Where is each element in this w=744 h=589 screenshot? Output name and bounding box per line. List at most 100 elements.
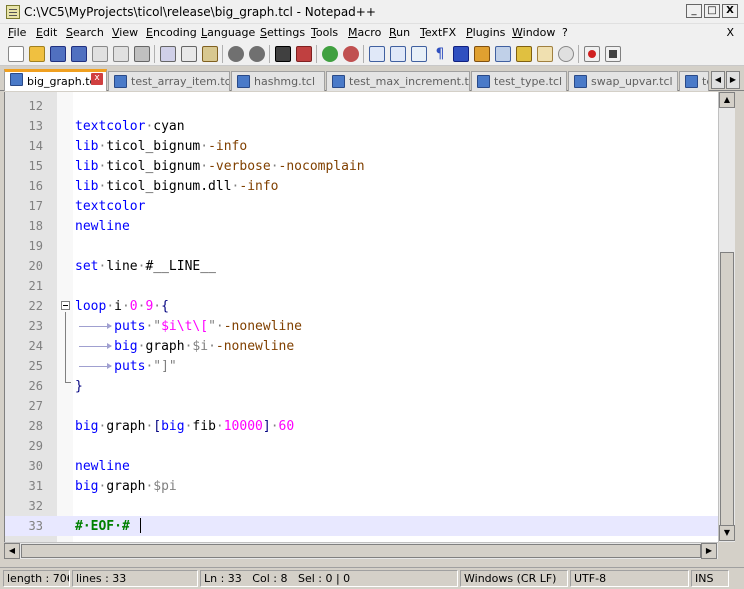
menu-settings[interactable]: Settings [260,26,305,39]
function-list-icon[interactable] [516,46,532,62]
close-document-button[interactable]: X [726,26,734,39]
current-line: 33 #·EOF·# [5,516,718,536]
code-line: 25 puts·"]" [5,356,718,376]
menu-window[interactable]: Window [512,26,555,39]
scroll-right-icon[interactable]: ▶ [701,543,717,559]
menu-tools[interactable]: Tools [311,26,338,39]
paste-icon[interactable] [202,46,218,62]
tab-test-type[interactable]: test_type.tcl [471,71,567,91]
tab-test-max-increment[interactable]: test_max_increment.tcl [326,71,470,91]
horizontal-scrollbar[interactable]: ◀ ▶ [4,542,718,559]
status-col: Col : 8 [252,572,288,585]
find-icon[interactable] [275,46,291,62]
menu-search[interactable]: Search [66,26,104,39]
scroll-thumb[interactable] [720,252,734,528]
code-line: 16 lib·ticol_bignum.dll·-info [5,176,718,196]
monitoring-icon[interactable] [558,46,574,62]
code-text: lib·ticol_bignum·-verbose·-nocomplain [75,159,365,174]
record-macro-icon[interactable] [584,46,600,62]
menu-view[interactable]: View [112,26,138,39]
word-wrap-icon[interactable] [411,46,427,62]
tab-test-array-item[interactable]: test_array_item.tcl [108,71,230,91]
status-ln: Ln : 33 [204,572,242,585]
scroll-left-icon[interactable]: ◀ [4,543,20,559]
replace-icon[interactable] [296,46,312,62]
menu-textfx[interactable]: TextFX [420,26,456,39]
status-position: Ln : 33 Col : 8 Sel : 0 | 0 [200,570,458,587]
tab-big-graph[interactable]: big_graph.tcl x [4,69,107,91]
title-bar: C:\VC5\MyProjects\ticol\release\big_grap… [0,0,744,24]
copy-icon[interactable] [181,46,197,62]
close-icon[interactable] [92,46,108,62]
udl-icon[interactable] [474,46,490,62]
fold-end-marker [65,382,71,383]
scroll-down-icon[interactable]: ▼ [719,525,735,541]
close-window-button[interactable]: X [722,4,738,18]
line-number: 27 [28,399,43,413]
zoom-out-icon[interactable] [343,46,359,62]
doc-map-icon[interactable] [495,46,511,62]
text-caret [140,518,141,533]
line-number: 23 [28,319,43,333]
status-encoding[interactable]: UTF-8 [570,570,689,587]
tab-overflow[interactable]: te [679,71,709,91]
tab-bar: big_graph.tcl x test_array_item.tcl hash… [0,68,744,91]
file-icon [10,73,23,86]
zoom-in-icon[interactable] [322,46,338,62]
line-number: 24 [28,339,43,353]
tab-label: swap_upvar.tcl [591,75,673,88]
vertical-scrollbar[interactable]: ▲ ▼ [718,92,735,542]
editor[interactable]: 12 13 textcolor·cyan 14 lib·ticol_bignum… [4,92,718,542]
new-file-icon[interactable] [8,46,24,62]
save-all-icon[interactable] [71,46,87,62]
menu-macro[interactable]: Macro [348,26,381,39]
tab-hashmg[interactable]: hashmg.tcl [231,71,325,91]
menu-run[interactable]: Run [389,26,410,39]
menu-plugins[interactable]: Plugins [466,26,505,39]
status-eol[interactable]: Windows (CR LF) [460,570,568,587]
menu-file[interactable]: File [8,26,26,39]
minimize-button[interactable]: _ [686,4,702,18]
toolbar: ¶ [0,42,744,66]
tab-close-icon[interactable]: x [91,73,103,85]
redo-icon[interactable] [249,46,265,62]
fold-toggle-icon[interactable] [61,301,70,310]
stop-record-icon[interactable] [605,46,621,62]
undo-icon[interactable] [228,46,244,62]
cut-icon[interactable] [160,46,176,62]
code-text: lib·ticol_bignum·-info [75,139,248,154]
scroll-thumb[interactable] [21,544,701,558]
menu-encoding[interactable]: Encoding [146,26,197,39]
menu-language[interactable]: Language [201,26,255,39]
code-line: 23 puts·"$i\t\["·-nonewline [5,316,718,336]
file-icon [237,75,250,88]
maximize-button[interactable]: □ [704,4,720,18]
code-line: 15 lib·ticol_bignum·-verbose·-nocomplain [5,156,718,176]
open-icon[interactable] [29,46,45,62]
code-text: set·line·#__LINE__ [75,259,216,274]
indent-guide-icon[interactable] [453,46,469,62]
folder-workspace-icon[interactable] [537,46,553,62]
menu-help[interactable]: ? [562,26,568,39]
code-line: 22 loop·i·0·9·{ [5,296,718,316]
line-number: 19 [28,239,43,253]
status-insert-mode[interactable]: INS [691,570,729,587]
code-line: 18 newline [5,216,718,236]
line-number: 12 [28,99,43,113]
tab-label: test_array_item.tcl [131,75,230,88]
sync-vertical-icon[interactable] [369,46,385,62]
tab-label: big_graph.tcl [27,75,99,88]
app-icon[interactable] [6,5,20,19]
menu-edit[interactable]: Edit [36,26,57,39]
tab-swap-upvar[interactable]: swap_upvar.tcl [568,71,678,91]
line-number: 13 [28,119,43,133]
tab-scroll-right-icon[interactable]: ▶ [726,71,740,89]
code-line: 27 [5,396,718,416]
show-all-chars-icon[interactable]: ¶ [432,46,448,62]
print-icon[interactable] [134,46,150,62]
tab-scroll-left-icon[interactable]: ◀ [711,71,725,89]
sync-horizontal-icon[interactable] [390,46,406,62]
scroll-up-icon[interactable]: ▲ [719,92,735,108]
save-icon[interactable] [50,46,66,62]
close-all-icon[interactable] [113,46,129,62]
